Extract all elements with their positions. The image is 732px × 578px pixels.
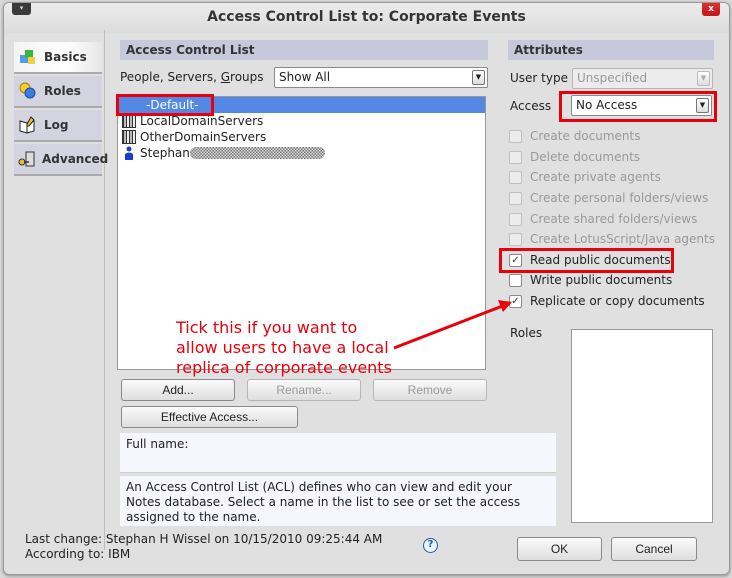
rename-button[interactable]: Rename...: [247, 379, 361, 401]
list-item-label: Stephan: [140, 146, 190, 160]
list-item-label: LocalDomainServers: [140, 114, 264, 128]
roles-masks-icon: [18, 82, 38, 100]
checkbox-write-public-documents[interactable]: Write public documents: [509, 271, 672, 289]
server-group-icon: [122, 114, 136, 128]
checkbox-label: Write public documents: [530, 273, 673, 287]
checkbox-delete-documents[interactable]: Delete documents: [509, 148, 640, 166]
filter-label-mnemonic: G: [220, 70, 231, 84]
annotation-line: replica of corporate events: [176, 358, 392, 377]
sidebar-item-roles[interactable]: Roles: [14, 76, 102, 108]
access-label: Access: [510, 99, 552, 113]
log-book-icon: [18, 116, 38, 134]
sidebar-item-label: Advanced: [42, 152, 109, 166]
server-group-icon: [122, 130, 136, 144]
footer-info: Last change: Stephan H Wissel on 10/15/2…: [25, 532, 382, 562]
sidebar-item-label: Log: [44, 118, 69, 132]
checkbox[interactable]: [509, 170, 522, 184]
filter-label: People, Servers, Groups: [120, 70, 264, 84]
sidebar-item-label: Roles: [44, 84, 81, 98]
checkbox-label: Create documents: [530, 129, 641, 143]
roles-list[interactable]: [571, 329, 713, 523]
add-button[interactable]: Add...: [121, 379, 235, 401]
checkbox-label: Delete documents: [530, 150, 641, 164]
title-bar: ▾ Access Control List to: Corporate Even…: [4, 3, 729, 33]
redacted-name: [189, 147, 325, 159]
checkmark-icon[interactable]: ✓: [509, 294, 522, 308]
annotation-highlight-default: [116, 94, 214, 116]
list-item-otherdomainservers[interactable]: OtherDomainServers: [118, 129, 485, 145]
help-icon[interactable]: ?: [423, 538, 438, 553]
sidebar: Basics Roles Log Advanced: [14, 38, 108, 538]
acl-section-header: Access Control List: [120, 40, 488, 60]
according-to-text: According to: IBM: [25, 547, 131, 561]
sidebar-item-basics[interactable]: Basics: [14, 42, 102, 74]
checkbox[interactable]: [509, 273, 522, 287]
advanced-key-icon: [18, 150, 36, 168]
list-item-stephan[interactable]: Stephan: [118, 145, 485, 161]
acl-description-text: An Access Control List (ACL) defines who…: [126, 480, 521, 524]
checkbox-create-shared-folders[interactable]: Create shared folders/views: [509, 210, 697, 228]
checkbox-replicate-copy-documents[interactable]: ✓ Replicate or copy documents: [509, 292, 705, 310]
checkbox-create-lotusscript-agents[interactable]: Create LotusScript/Java agents: [509, 230, 715, 248]
roles-label: Roles: [510, 326, 543, 340]
checkbox-label: Create personal folders/views: [530, 191, 709, 205]
sidebar-item-log[interactable]: Log: [14, 110, 102, 142]
full-name-label: Full name:: [126, 437, 189, 451]
filter-label-text-end: roups: [230, 70, 264, 84]
filter-label-text: People, Servers,: [120, 70, 221, 84]
effective-access-button[interactable]: Effective Access...: [121, 406, 298, 428]
checkbox[interactable]: [509, 150, 522, 164]
checkbox[interactable]: [509, 232, 522, 246]
checkbox-label: Replicate or copy documents: [530, 294, 705, 308]
checkbox[interactable]: [509, 129, 522, 143]
acl-description-box: An Access Control List (ACL) defines who…: [120, 476, 556, 526]
annotation-text: Tick this if you want to allow users to …: [176, 318, 392, 378]
checkbox-label: Create shared folders/views: [530, 212, 698, 226]
annotation-highlight-access: [559, 91, 717, 122]
person-icon: [122, 146, 136, 160]
checkbox[interactable]: [509, 212, 522, 226]
chevron-down-icon[interactable]: ▼: [472, 70, 485, 85]
user-type-value: Unspecified: [577, 71, 648, 85]
checkbox-label: Create LotusScript/Java agents: [530, 232, 715, 246]
filter-dropdown-value: Show All: [279, 70, 331, 84]
filter-dropdown[interactable]: Show All ▼: [274, 67, 488, 88]
checkbox-create-personal-folders[interactable]: Create personal folders/views: [509, 189, 708, 207]
dialog-title: Access Control List to: Corporate Events: [207, 9, 526, 25]
close-button[interactable]: x: [702, 3, 720, 16]
checkbox-create-documents[interactable]: Create documents: [509, 127, 640, 145]
annotation-line: Tick this if you want to: [176, 318, 358, 337]
sidebar-item-label: Basics: [44, 50, 87, 64]
annotation-line: allow users to have a local: [176, 338, 389, 357]
user-type-label: User type: [510, 71, 568, 85]
list-item-label: OtherDomainServers: [140, 130, 267, 144]
cancel-button[interactable]: Cancel: [611, 537, 697, 561]
chevron-down-icon[interactable]: ▼: [697, 71, 710, 86]
ok-button[interactable]: OK: [517, 537, 602, 561]
checkbox-label: Create private agents: [530, 170, 661, 184]
user-type-dropdown[interactable]: Unspecified ▼: [572, 68, 713, 89]
last-change-text: Last change: Stephan H Wissel on 10/15/2…: [25, 532, 383, 546]
attributes-section-header: Attributes: [508, 40, 714, 60]
remove-button[interactable]: Remove: [373, 379, 487, 401]
sidebar-item-advanced[interactable]: Advanced: [14, 144, 108, 176]
annotation-highlight-read-public: [499, 248, 674, 273]
checkbox-create-private-agents[interactable]: Create private agents: [509, 168, 661, 186]
basics-icon: [18, 48, 38, 66]
full-name-box: Full name:: [120, 433, 556, 473]
checkbox[interactable]: [509, 191, 522, 205]
